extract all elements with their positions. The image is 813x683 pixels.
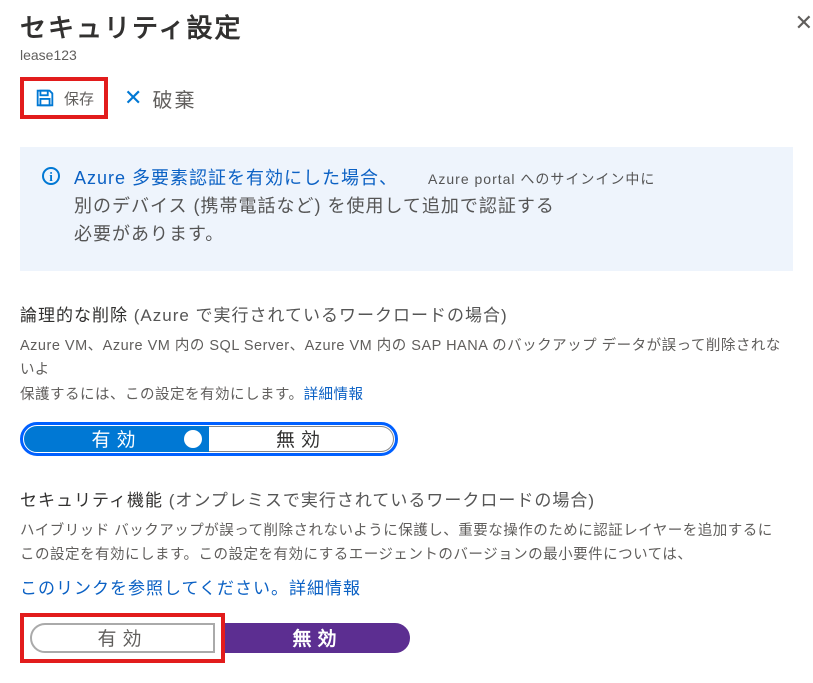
- soft-delete-disable[interactable]: 無効: [209, 426, 394, 452]
- close-icon: ✕: [124, 87, 142, 109]
- section-soft-delete: 論理的な削除 (Azure で実行されているワークロードの場合) Azure V…: [20, 301, 793, 456]
- section-title: セキュリティ機能 (オンプレミスで実行されているワークロードの場合): [20, 486, 793, 511]
- info-line3: 必要があります。: [74, 224, 224, 244]
- save-icon: [34, 87, 56, 109]
- save-label: 保存: [64, 88, 94, 109]
- info-icon: i: [42, 167, 60, 185]
- info-text: Azure 多要素認証を有効にした場合、 Azure portal へのサインイ…: [74, 165, 771, 249]
- toolbar: 保存 ✕ 破棄: [20, 77, 793, 119]
- panel-subtitle: lease123: [20, 47, 793, 63]
- discard-label: 破棄: [152, 84, 196, 113]
- section-desc: ハイブリッド バックアップが誤って削除されないように保護し、重要な操作のために認…: [20, 519, 793, 568]
- soft-delete-enable[interactable]: 有効: [24, 426, 209, 452]
- panel-header: セキュリティ設定 lease123: [20, 0, 793, 63]
- discard-button[interactable]: ✕ 破棄: [116, 78, 204, 119]
- section-title: 論理的な削除 (Azure で実行されているワークロードの場合): [20, 301, 793, 326]
- info-side-note: Azure portal へのサインイン中に: [428, 171, 655, 187]
- soft-delete-toggle: 有効 無効: [20, 422, 398, 456]
- highlight-box: 有効: [20, 613, 225, 663]
- learn-more-link[interactable]: 詳細情報: [304, 387, 364, 403]
- section-title-paren: (Azure で実行されているワークロードの場合): [134, 306, 508, 325]
- section-title-main: 論理的な削除: [20, 306, 134, 325]
- info-highlight: Azure 多要素認証を有効にした場合、: [74, 168, 398, 188]
- info-line2: 別のデバイス (携帯電話など) を使用して追加で認証する: [74, 196, 555, 216]
- security-features-toggle: 有効 無効: [20, 613, 410, 663]
- section-security-features: セキュリティ機能 (オンプレミスで実行されているワークロードの場合) ハイブリッ…: [20, 486, 793, 663]
- section-title-paren: (オンプレミスで実行されているワークロードの場合): [169, 491, 595, 510]
- save-button[interactable]: 保存: [20, 77, 108, 119]
- info-banner: i Azure 多要素認証を有効にした場合、 Azure portal へのサイ…: [20, 147, 793, 271]
- section-title-main: セキュリティ機能: [20, 491, 169, 510]
- section-desc: Azure VM、Azure VM 内の SQL Server、Azure VM…: [20, 334, 793, 408]
- panel-title: セキュリティ設定: [20, 8, 793, 45]
- close-button[interactable]: ✕: [795, 12, 813, 34]
- reference-link[interactable]: このリンクを参照してください。詳細情報: [20, 574, 793, 599]
- security-disable[interactable]: 無効: [225, 623, 410, 653]
- security-enable[interactable]: 有効: [30, 623, 215, 653]
